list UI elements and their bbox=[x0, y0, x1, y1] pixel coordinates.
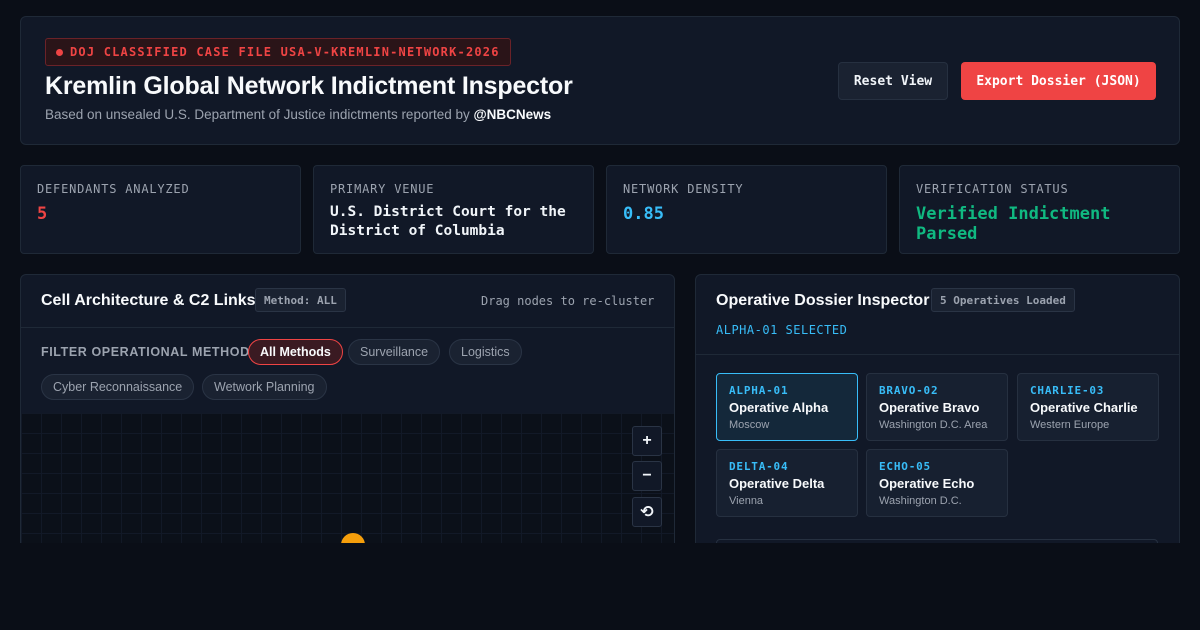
source-handle-link[interactable]: @NBCNews bbox=[473, 107, 551, 122]
export-dossier-button[interactable]: Export Dossier (JSON) bbox=[961, 62, 1156, 100]
zoom-out-button[interactable]: − bbox=[632, 461, 662, 491]
operative-location: Washington D.C. Area bbox=[879, 419, 988, 431]
selected-operative-label: ALPHA-01 SELECTED bbox=[716, 323, 848, 337]
stat-value: U.S. District Court for the District of … bbox=[330, 204, 566, 239]
stat-value: 0.85 bbox=[623, 204, 664, 224]
network-panel: Cell Architecture & C2 Links Method: ALL… bbox=[20, 274, 675, 574]
stat-label: NETWORK DENSITY bbox=[623, 182, 744, 196]
case-badge-label: DOJ CLASSIFIED CASE FILE USA-V-KREMLIN-N… bbox=[70, 45, 500, 59]
operative-code: ALPHA-01 bbox=[729, 384, 789, 397]
dossier-panel-title: Operative Dossier Inspector bbox=[716, 292, 930, 309]
page-header: DOJ CLASSIFIED CASE FILE USA-V-KREMLIN-N… bbox=[20, 16, 1180, 145]
page-subtitle: Based on unsealed U.S. Department of Jus… bbox=[45, 107, 551, 122]
filter-chip-logistics[interactable]: Logistics bbox=[449, 339, 522, 365]
operative-code: ECHO-05 bbox=[879, 460, 931, 473]
operative-card-alpha[interactable]: ALPHA-01 Operative Alpha Moscow bbox=[716, 373, 858, 441]
operatives-count-tag: 5 Operatives Loaded bbox=[931, 288, 1075, 312]
filter-chip-cyber-reconnaissance[interactable]: Cyber Reconnaissance bbox=[41, 374, 195, 400]
network-panel-title: Cell Architecture & C2 Links bbox=[41, 292, 256, 309]
operative-card-echo[interactable]: ECHO-05 Operative Echo Washington D.C. bbox=[866, 449, 1008, 517]
operative-name: Operative Bravo bbox=[879, 400, 980, 415]
operative-code: BRAVO-02 bbox=[879, 384, 939, 397]
operative-name: Operative Alpha bbox=[729, 400, 829, 415]
subtitle-text: Based on unsealed U.S. Department of Jus… bbox=[45, 107, 474, 122]
stat-label: VERIFICATION STATUS bbox=[916, 182, 1069, 196]
case-file-badge: DOJ CLASSIFIED CASE FILE USA-V-KREMLIN-N… bbox=[45, 38, 511, 66]
operative-name: Operative Charlie bbox=[1030, 400, 1138, 415]
operative-code: DELTA-04 bbox=[729, 460, 789, 473]
stat-label: DEFENDANTS ANALYZED bbox=[37, 182, 190, 196]
page-bottom-background bbox=[0, 543, 1200, 630]
filter-chip-surveillance[interactable]: Surveillance bbox=[348, 339, 441, 365]
stat-label: PRIMARY VENUE bbox=[330, 182, 435, 196]
operative-name: Operative Delta bbox=[729, 476, 825, 491]
filter-label: FILTER OPERATIONAL METHOD: bbox=[41, 345, 255, 359]
panel-divider bbox=[696, 354, 1179, 355]
drag-hint: Drag nodes to re-cluster bbox=[481, 294, 655, 308]
operative-card-bravo[interactable]: BRAVO-02 Operative Bravo Washington D.C.… bbox=[866, 373, 1008, 441]
stat-card-density: NETWORK DENSITY 0.85 bbox=[606, 165, 887, 254]
stat-value: Verified Indictment Parsed bbox=[916, 204, 1111, 244]
zoom-reset-icon[interactable]: ⟲ bbox=[632, 497, 662, 527]
stat-value: 5 bbox=[37, 204, 48, 224]
operative-location: Vienna bbox=[729, 495, 764, 507]
stat-card-venue: PRIMARY VENUE U.S. District Court for th… bbox=[313, 165, 594, 254]
status-dot-icon bbox=[56, 48, 63, 56]
operative-location: Washington D.C. bbox=[879, 495, 962, 507]
zoom-in-button[interactable]: + bbox=[632, 426, 662, 456]
operative-card-charlie[interactable]: CHARLIE-03 Operative Charlie Western Eur… bbox=[1017, 373, 1159, 441]
method-tag: Method: ALL bbox=[255, 288, 346, 312]
operative-location: Western Europe bbox=[1030, 419, 1110, 431]
dossier-panel: Operative Dossier Inspector 5 Operatives… bbox=[695, 274, 1180, 574]
panel-divider bbox=[21, 327, 674, 328]
filter-chip-wetwork-planning[interactable]: Wetwork Planning bbox=[202, 374, 327, 400]
stat-card-defendants: DEFENDANTS ANALYZED 5 bbox=[20, 165, 301, 254]
operative-name: Operative Echo bbox=[879, 476, 975, 491]
reset-view-button[interactable]: Reset View bbox=[838, 62, 948, 100]
operative-code: CHARLIE-03 bbox=[1030, 384, 1105, 397]
operative-card-delta[interactable]: DELTA-04 Operative Delta Vienna bbox=[716, 449, 858, 517]
operative-location: Moscow bbox=[729, 419, 770, 431]
stat-card-verification: VERIFICATION STATUS Verified Indictment … bbox=[899, 165, 1180, 254]
page-title: Kremlin Global Network Indictment Inspec… bbox=[45, 72, 573, 100]
filter-chip-all-methods[interactable]: All Methods bbox=[248, 339, 343, 365]
